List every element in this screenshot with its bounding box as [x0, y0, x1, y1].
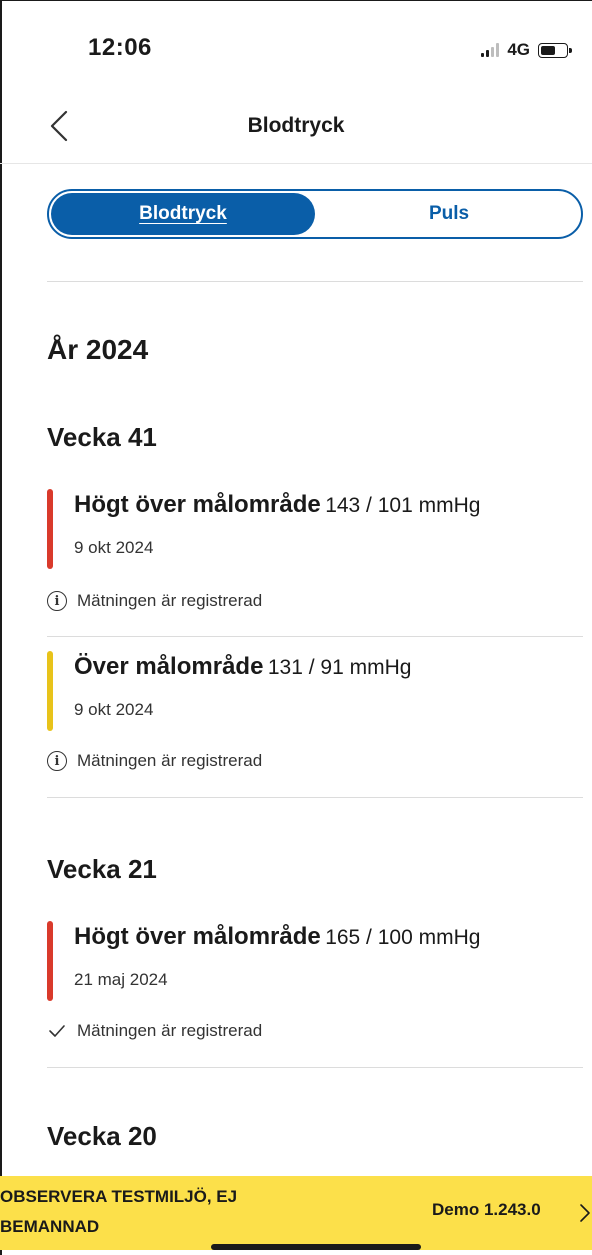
frame-left-border	[0, 0, 2, 1255]
measurement-title: Högt över målområde 165 / 100 mmHg	[74, 923, 480, 951]
measurement-item[interactable]: Högt över målområde 143 / 101 mmHg 9 okt…	[47, 489, 583, 569]
measurement-value: 143 / 101 mmHg	[325, 494, 481, 517]
measurement-level: Högt över målområde	[74, 491, 321, 518]
banner-warning: OBSERVERA TESTMILJÖ, EJ BEMANNAD	[0, 1182, 320, 1242]
measurement-date: 9 okt 2024	[74, 538, 154, 557]
measurement-value: 131 / 91 mmHg	[267, 656, 412, 679]
week-heading: Vecka 21	[47, 854, 157, 884]
week-heading: Vecka 41	[47, 422, 157, 452]
measurement-value: 165 / 100 mmHg	[325, 926, 481, 949]
registration-text: Mätningen är registrerad	[77, 1021, 263, 1040]
item-divider	[47, 636, 583, 637]
section-divider	[47, 1067, 583, 1068]
measurement-title: Över målområde 131 / 91 mmHg	[74, 653, 411, 681]
page-title: Blodtryck	[247, 114, 345, 137]
network-label: 4G	[507, 40, 530, 59]
test-environment-banner[interactable]: OBSERVERA TESTMILJÖ, EJ BEMANNAD Demo 1.…	[0, 1176, 592, 1250]
measurement-level: Högt över målområde	[74, 923, 321, 950]
section-divider	[47, 281, 583, 282]
level-indicator-high	[47, 489, 53, 569]
status-time: 12:06	[88, 34, 152, 61]
home-indicator	[211, 1244, 421, 1250]
tab-blodtryck[interactable]: Blodtryck	[51, 193, 315, 235]
measurement-item[interactable]: Över målområde 131 / 91 mmHg 9 okt 2024	[47, 651, 583, 731]
info-icon: i	[47, 751, 67, 771]
measurement-level: Över målområde	[74, 653, 264, 680]
section-divider	[47, 797, 583, 798]
status-bar: 12:06 4G	[0, 0, 592, 92]
signal-icon	[481, 43, 500, 57]
navigation-bar: Blodtryck	[0, 92, 592, 164]
measurement-date: 9 okt 2024	[74, 700, 154, 719]
registration-text: Mätningen är registrerad	[77, 591, 263, 610]
measurement-item[interactable]: Högt över målområde 165 / 100 mmHg 21 ma…	[47, 921, 583, 1001]
registration-text: Mätningen är registrerad	[77, 751, 263, 770]
registration-status: i Mätningen är registrerad	[47, 751, 262, 771]
registration-status: Mätningen är registrerad	[47, 1021, 262, 1041]
banner-warning-line2: BEMANNAD	[0, 1217, 100, 1236]
measurement-date: 21 maj 2024	[74, 970, 168, 989]
battery-icon	[538, 42, 572, 58]
status-indicators: 4G	[481, 40, 572, 60]
level-indicator-high	[47, 921, 53, 1001]
year-heading: År 2024	[47, 334, 149, 365]
measurement-title: Högt över målområde 143 / 101 mmHg	[74, 491, 480, 519]
check-icon	[49, 1025, 65, 1037]
registration-status: i Mätningen är registrerad	[47, 591, 262, 611]
app-version: Demo 1.243.0	[432, 1200, 541, 1219]
info-icon: i	[47, 591, 67, 611]
level-indicator-over	[47, 651, 53, 731]
tab-puls[interactable]: Puls	[317, 191, 581, 237]
week-heading: Vecka 20	[47, 1121, 157, 1151]
segmented-control: Blodtryck Puls	[47, 189, 583, 239]
banner-warning-line1: OBSERVERA TESTMILJÖ, EJ	[0, 1187, 238, 1206]
chevron-right-icon	[580, 1204, 590, 1222]
